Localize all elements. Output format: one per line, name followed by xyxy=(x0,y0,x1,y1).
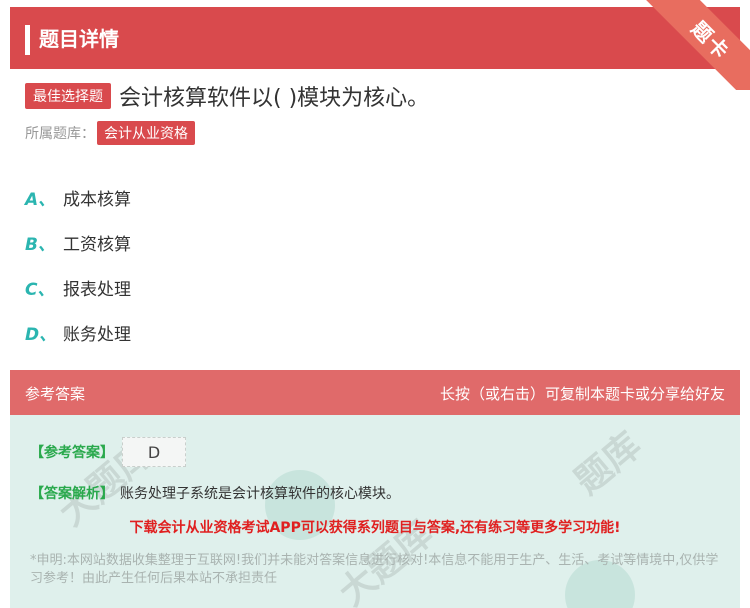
analysis-label: 【答案解析】 xyxy=(30,486,114,502)
option-a[interactable]: A、 成本核算 xyxy=(25,175,131,220)
option-letter: B、 xyxy=(25,235,55,255)
share-hint: 长按（或右击）可复制本题卡或分享给好友 xyxy=(439,385,725,403)
option-text: 成本核算 xyxy=(63,190,131,210)
source-label: 所属题库： xyxy=(25,126,95,142)
option-text: 账务处理 xyxy=(63,325,131,345)
options-list: A、 成本核算 B、 工资核算 C、 报表处理 D、 账务处理 xyxy=(25,175,131,355)
question-type-tag: 最佳选择题 xyxy=(25,83,111,109)
disclaimer-text: *申明:本网站数据收集整理于互联网!我们并未能对答案信息进行核对!本信息不能用于… xyxy=(30,553,719,586)
answer-label: 【参考答案】 xyxy=(30,445,114,461)
analysis-text: 账务处理子系统是会计核算软件的核心模块。 xyxy=(120,486,400,502)
answer-row: 【参考答案】 D xyxy=(30,437,186,467)
option-d[interactable]: D、 账务处理 xyxy=(25,310,131,355)
watermark-logo: 题库 xyxy=(567,424,650,503)
option-b[interactable]: B、 工资核算 xyxy=(25,220,131,265)
option-letter: D、 xyxy=(25,325,57,345)
page-title: 题目详情 xyxy=(39,27,119,51)
question-source: 所属题库： 会计从业资格 xyxy=(25,121,195,145)
option-text: 工资核算 xyxy=(63,235,131,255)
option-text: 报表处理 xyxy=(63,280,131,300)
source-tag[interactable]: 会计从业资格 xyxy=(97,121,195,145)
option-c[interactable]: C、 报表处理 xyxy=(25,265,131,310)
answer-header-title: 参考答案 xyxy=(25,385,86,403)
answer-body: 大题库 大题库 题库 【参考答案】 D 【答案解析】 账务处理子系统是会计核算软… xyxy=(10,415,740,608)
question-text: 会计核算软件以( )模块为核心。 xyxy=(119,86,430,111)
answer-header: 参考答案 长按（或右击）可复制本题卡或分享给好友 xyxy=(10,370,740,415)
app-promo-link[interactable]: 下载会计从业资格考试APP可以获得系列题目与答案,还有练习等更多学习功能! xyxy=(10,517,740,537)
corner-badge-text: 题卡 xyxy=(686,16,735,65)
option-letter: A、 xyxy=(25,190,56,210)
corner-ribbon: 题卡 xyxy=(630,0,750,90)
header-accent-bar xyxy=(25,25,30,55)
answer-image: D xyxy=(122,437,186,467)
analysis-row: 【答案解析】 账务处理子系统是会计核算软件的核心模块。 xyxy=(30,483,400,503)
option-letter: C、 xyxy=(25,280,55,300)
question-line: 最佳选择题 会计核算软件以( )模块为核心。 xyxy=(25,80,429,112)
